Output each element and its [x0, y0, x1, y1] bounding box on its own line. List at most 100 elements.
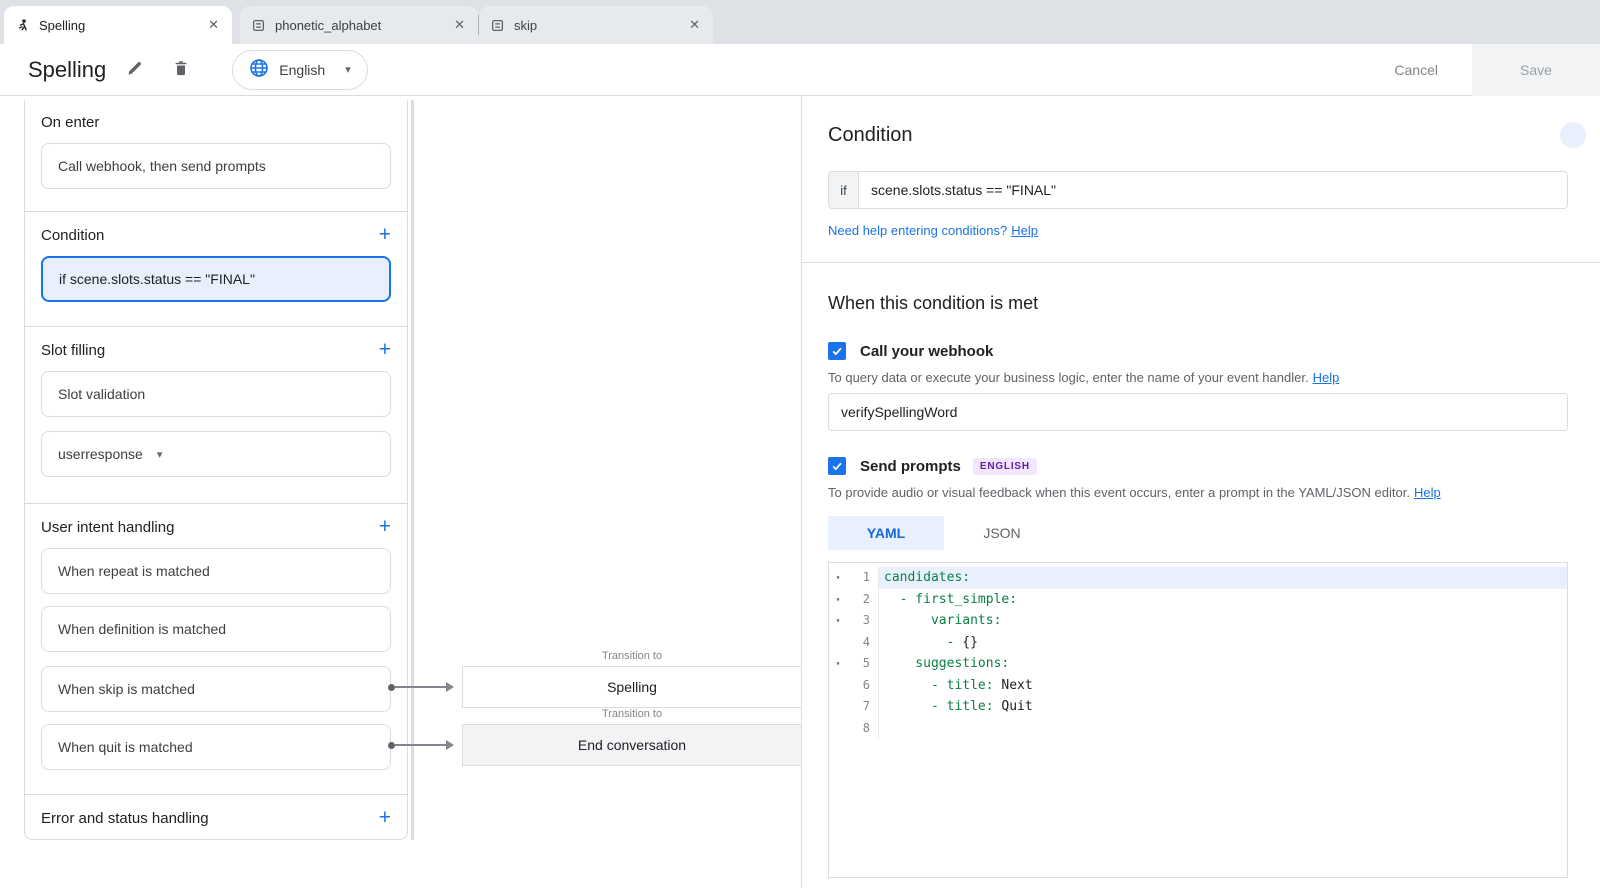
code-line[interactable]: 4 - {} [829, 632, 1567, 654]
code-line[interactable]: ▾5 suggestions: [829, 653, 1567, 675]
code-text[interactable]: - {} [879, 632, 1567, 654]
language-label: English [279, 62, 325, 78]
intent-repeat-item[interactable]: When repeat is matched [41, 548, 391, 594]
condition-expression-row: if [828, 171, 1568, 209]
fold-arrow-icon[interactable]: ▾ [829, 653, 847, 675]
slot-userresponse-item[interactable]: userresponse ▾ [41, 431, 391, 477]
code-line[interactable]: 6 - title: Next [829, 675, 1567, 697]
tab-yaml[interactable]: YAML [828, 516, 944, 550]
condition-item-selected[interactable]: if scene.slots.status == "FINAL" [41, 256, 391, 302]
connector-dot [388, 684, 395, 691]
intent-skip-item[interactable]: When skip is matched [41, 666, 391, 712]
close-icon[interactable]: ✕ [686, 17, 703, 33]
chevron-down-icon: ▾ [345, 63, 351, 76]
call-webhook-row: Call your webhook [828, 342, 1568, 360]
code-text[interactable]: suggestions: [879, 653, 1567, 675]
intent-quit-item[interactable]: When quit is matched [41, 724, 391, 770]
line-number: 1 [847, 567, 878, 589]
item-label: When definition is matched [58, 621, 226, 637]
tab-label: skip [514, 18, 676, 33]
save-button[interactable]: Save [1472, 44, 1600, 96]
left-pane-scrollbar[interactable] [411, 100, 414, 840]
fold-arrow-icon[interactable]: ▾ [829, 589, 847, 611]
section-user-intent-handling: User intent handling + [25, 504, 407, 536]
editor-format-tabs: YAML JSON [828, 516, 1568, 550]
condition-expression-input[interactable] [858, 171, 1568, 209]
add-error-handler-button[interactable]: + [379, 809, 391, 827]
code-text[interactable]: variants: [879, 610, 1567, 632]
tab-spelling[interactable]: Spelling ✕ [4, 6, 232, 44]
edit-button[interactable] [118, 53, 152, 87]
prompts-help-link[interactable]: Help [1414, 485, 1441, 500]
condition-detail-panel: Condition if Need help entering conditio… [801, 96, 1600, 888]
transition-label: Transition to [462, 708, 802, 720]
browser-tab-strip: Spelling ✕ phonetic_alphabet ✕ skip ✕ [0, 0, 1600, 44]
code-line[interactable]: 8 [829, 718, 1567, 740]
help-prompt: Need help entering conditions? [828, 223, 1007, 238]
cancel-button[interactable]: Cancel [1394, 62, 1438, 78]
tab-label: Spelling [39, 18, 195, 33]
fold-arrow-icon[interactable]: ▾ [829, 610, 847, 632]
transition-node-end-conversation[interactable]: End conversation [462, 724, 802, 766]
section-title: Condition [41, 227, 104, 244]
tab-skip[interactable]: skip ✕ [479, 6, 713, 44]
send-prompts-checkbox[interactable] [828, 457, 846, 475]
code-text[interactable]: candidates: [879, 567, 1567, 589]
add-condition-button[interactable]: + [379, 226, 391, 244]
code-line[interactable]: ▾3 variants: [829, 610, 1567, 632]
panel-fab-partial[interactable] [1560, 122, 1586, 148]
connector-dot [388, 742, 395, 749]
section-title: Slot filling [41, 342, 105, 359]
pencil-icon [126, 59, 144, 80]
add-slot-button[interactable]: + [379, 341, 391, 359]
language-selector[interactable]: English ▾ [232, 50, 367, 90]
code-line[interactable]: ▾1 candidates: [829, 567, 1567, 589]
yaml-code-editor[interactable]: ▾1 candidates: ▾2 - first_simple: ▾3 var… [828, 562, 1568, 878]
item-label: Call webhook, then send prompts [58, 158, 266, 174]
item-label: When quit is matched [58, 739, 193, 755]
close-icon[interactable]: ✕ [205, 17, 222, 33]
section-title: Error and status handling [41, 810, 209, 827]
slot-validation-item[interactable]: Slot validation [41, 371, 391, 417]
app-header: Spelling English ▾ Cancel Save [0, 44, 1600, 96]
webhook-handler-input[interactable] [828, 393, 1568, 431]
line-number: 8 [847, 718, 878, 740]
code-line[interactable]: 7 - title: Quit [829, 696, 1567, 718]
item-label: Slot validation [58, 386, 145, 402]
if-chip: if [828, 171, 858, 209]
on-enter-handler-item[interactable]: Call webhook, then send prompts [41, 143, 391, 189]
line-number: 3 [847, 610, 878, 632]
section-slot-filling: Slot filling + [25, 327, 407, 359]
fold-arrow-icon[interactable]: ▾ [829, 567, 847, 589]
code-line[interactable]: ▾2 - first_simple: [829, 589, 1567, 611]
section-on-enter: On enter [25, 100, 407, 131]
send-prompts-row: Send prompts ENGLISH [828, 457, 1568, 475]
language-badge: ENGLISH [973, 458, 1037, 475]
condition-help-link[interactable]: Help [1011, 223, 1038, 238]
tab-label: phonetic_alphabet [275, 18, 441, 33]
code-text[interactable]: - title: Next [879, 675, 1567, 697]
transition-target: End conversation [578, 737, 686, 753]
section-title: On enter [41, 114, 99, 131]
intent-icon [491, 18, 505, 32]
connector-arrowhead-icon [446, 740, 454, 750]
tab-phonetic-alphabet[interactable]: phonetic_alphabet ✕ [240, 6, 478, 44]
line-number: 5 [847, 653, 878, 675]
webhook-help-link[interactable]: Help [1313, 370, 1340, 385]
send-prompts-label: Send prompts [860, 458, 961, 475]
code-text[interactable]: - first_simple: [879, 589, 1567, 611]
item-label: userresponse [58, 446, 143, 462]
connector-line [395, 744, 446, 746]
add-intent-handler-button[interactable]: + [379, 518, 391, 536]
section-condition: Condition + [25, 212, 407, 244]
connector-line [395, 686, 446, 688]
intent-definition-item[interactable]: When definition is matched [41, 606, 391, 652]
close-icon[interactable]: ✕ [451, 17, 468, 33]
delete-button[interactable] [164, 53, 198, 87]
call-webhook-checkbox[interactable] [828, 342, 846, 360]
code-text[interactable] [879, 718, 1567, 740]
line-number: 6 [847, 675, 878, 697]
tab-json[interactable]: JSON [944, 516, 1060, 550]
code-text[interactable]: - title: Quit [879, 696, 1567, 718]
transition-node-spelling[interactable]: Spelling [462, 666, 802, 708]
